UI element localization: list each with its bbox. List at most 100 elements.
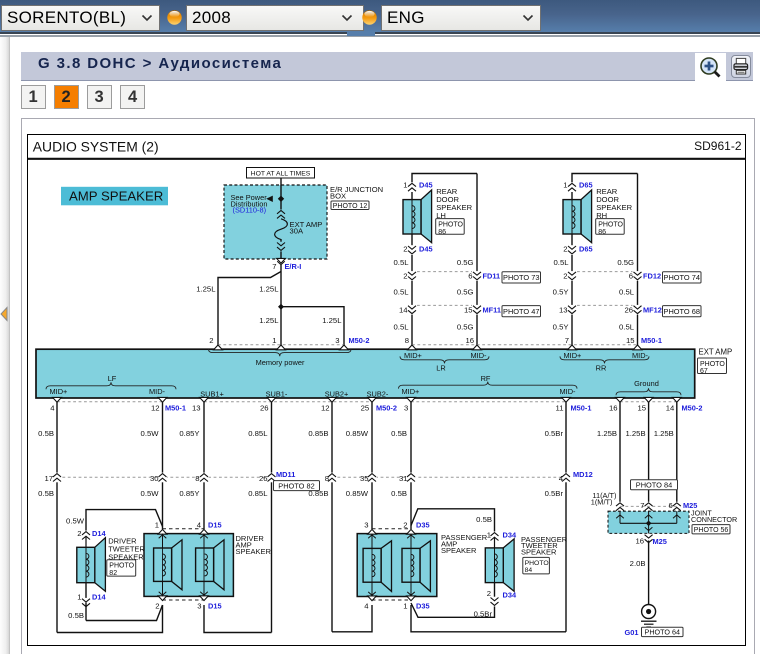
svg-text:12: 12 — [321, 403, 330, 412]
svg-text:1.25B: 1.25B — [597, 429, 617, 438]
svg-text:0.5Y: 0.5Y — [553, 323, 569, 332]
svg-text:15: 15 — [637, 403, 646, 412]
svg-text:8: 8 — [405, 336, 409, 345]
svg-text:PHOTO 74: PHOTO 74 — [664, 273, 700, 282]
svg-text:MID+: MID+ — [404, 351, 422, 360]
svg-text:2: 2 — [155, 602, 159, 611]
svg-text:0.85W: 0.85W — [346, 429, 369, 438]
svg-text:11: 11 — [556, 403, 564, 412]
svg-text:MID-: MID- — [560, 387, 577, 396]
svg-text:Memory power: Memory power — [256, 358, 305, 367]
svg-text:PHOTO 84: PHOTO 84 — [636, 480, 672, 489]
svg-text:2: 2 — [403, 245, 407, 254]
svg-text:MID+: MID+ — [402, 387, 420, 396]
svg-text:7: 7 — [565, 336, 569, 345]
svg-text:0.85B: 0.85B — [308, 489, 328, 498]
svg-text:MF11: MF11 — [483, 305, 501, 314]
svg-text:7: 7 — [640, 501, 644, 510]
svg-text:30: 30 — [150, 474, 159, 483]
svg-text:0.5L: 0.5L — [394, 258, 410, 267]
svg-text:D14: D14 — [92, 529, 106, 538]
svg-text:0.5B: 0.5B — [476, 515, 492, 524]
svg-text:0.5L: 0.5L — [619, 323, 635, 332]
svg-text:MD11: MD11 — [276, 470, 295, 479]
svg-text:2: 2 — [563, 245, 567, 254]
svg-text:82: 82 — [109, 570, 117, 577]
svg-text:2.0B: 2.0B — [630, 559, 646, 568]
svg-text:PHOTO 68: PHOTO 68 — [664, 307, 700, 316]
svg-text:HOT AT ALL TIMES: HOT AT ALL TIMES — [251, 170, 311, 177]
svg-text:86: 86 — [438, 229, 446, 236]
svg-text:1: 1 — [563, 181, 567, 190]
svg-text:RF: RF — [481, 374, 491, 383]
svg-text:0.5W: 0.5W — [66, 517, 85, 526]
svg-text:D45: D45 — [419, 245, 433, 254]
svg-text:MID-: MID- — [471, 351, 488, 360]
svg-text:D65: D65 — [579, 245, 593, 254]
svg-text:M50-1: M50-1 — [571, 403, 592, 412]
svg-text:3: 3 — [335, 336, 339, 345]
svg-text:PHOTO: PHOTO — [598, 221, 623, 228]
svg-text:30A: 30A — [290, 227, 304, 236]
svg-text:0.5Br: 0.5Br — [545, 429, 564, 438]
svg-text:0.5B: 0.5B — [391, 489, 407, 498]
svg-text:6: 6 — [629, 272, 633, 281]
svg-text:FD11: FD11 — [483, 272, 501, 281]
svg-text:M25: M25 — [653, 537, 667, 546]
svg-text:0.5L: 0.5L — [394, 287, 410, 296]
svg-text:M50-1: M50-1 — [641, 336, 662, 345]
svg-text:PHOTO: PHOTO — [109, 563, 134, 570]
svg-text:Ground: Ground — [634, 379, 659, 388]
svg-text:0.5W: 0.5W — [141, 429, 160, 438]
svg-text:MD12: MD12 — [573, 470, 593, 479]
svg-text:1.25B: 1.25B — [626, 429, 646, 438]
svg-text:13: 13 — [192, 403, 201, 412]
svg-text:CONNECTOR: CONNECTOR — [691, 515, 737, 524]
svg-text:FD12: FD12 — [643, 272, 661, 281]
svg-text:1: 1 — [487, 531, 491, 540]
svg-text:0.5G: 0.5G — [457, 323, 474, 332]
svg-text:2: 2 — [487, 589, 491, 598]
svg-text:D15: D15 — [208, 521, 222, 530]
svg-text:3: 3 — [197, 602, 201, 611]
svg-text:7: 7 — [272, 262, 276, 271]
svg-text:LR: LR — [436, 364, 445, 373]
svg-text:17: 17 — [44, 474, 53, 483]
svg-text:MID+: MID+ — [50, 387, 68, 396]
svg-text:0.5B: 0.5B — [68, 611, 84, 620]
svg-text:0.85Y: 0.85Y — [179, 489, 199, 498]
svg-text:31: 31 — [399, 474, 408, 483]
svg-text:1.25L: 1.25L — [259, 316, 279, 325]
svg-text:0.5B: 0.5B — [391, 429, 407, 438]
svg-text:13: 13 — [559, 305, 568, 314]
svg-text:0.85Y: 0.85Y — [179, 429, 199, 438]
svg-text:LF: LF — [108, 374, 117, 383]
svg-text:25: 25 — [361, 403, 370, 412]
svg-text:MID-: MID- — [149, 387, 166, 396]
svg-text:1: 1 — [77, 592, 81, 601]
svg-text:0.5L: 0.5L — [619, 287, 635, 296]
svg-text:1.25L: 1.25L — [322, 316, 342, 325]
svg-text:35: 35 — [360, 474, 369, 483]
svg-text:4: 4 — [197, 521, 202, 530]
svg-text:D65: D65 — [579, 181, 593, 190]
svg-text:1(M/T): 1(M/T) — [591, 498, 613, 507]
svg-text:1: 1 — [272, 336, 276, 345]
svg-text:8: 8 — [195, 474, 199, 483]
svg-text:D34: D34 — [503, 531, 517, 540]
svg-text:4: 4 — [559, 474, 564, 483]
svg-text:8: 8 — [325, 474, 329, 483]
svg-text:M50-2: M50-2 — [349, 336, 370, 345]
svg-text:15: 15 — [626, 336, 635, 345]
svg-text:PHOTO 12: PHOTO 12 — [333, 203, 368, 210]
svg-text:D15: D15 — [208, 602, 222, 611]
svg-text:0.5B: 0.5B — [38, 489, 54, 498]
svg-text:14: 14 — [666, 403, 675, 412]
svg-text:RR: RR — [596, 364, 607, 373]
svg-text:2: 2 — [77, 529, 81, 538]
svg-text:D14: D14 — [92, 592, 106, 601]
svg-text:(SD110-8): (SD110-8) — [233, 205, 267, 214]
svg-text:26: 26 — [624, 305, 633, 314]
svg-text:67: 67 — [700, 368, 708, 375]
svg-text:26: 26 — [260, 403, 269, 412]
